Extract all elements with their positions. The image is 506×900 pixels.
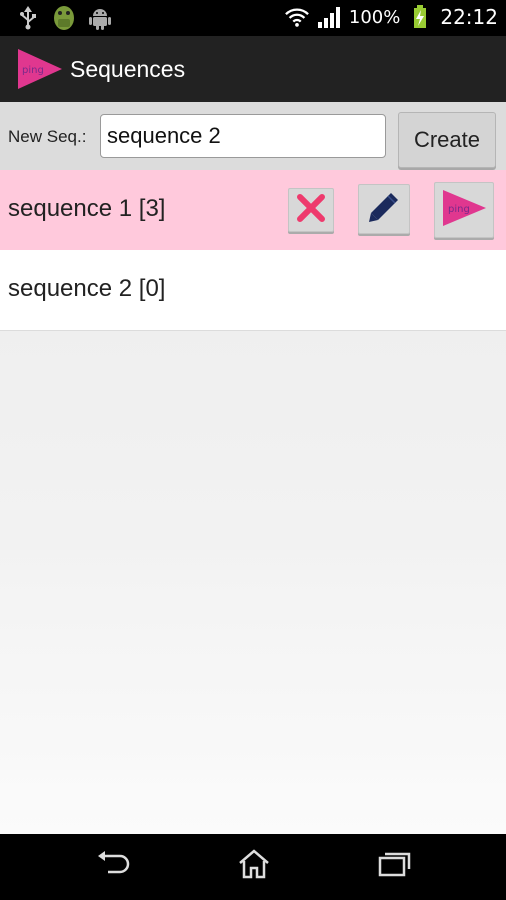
status-notification-icons [16,6,112,30]
battery-percent: 100% [348,6,401,28]
edit-button[interactable] [358,184,410,234]
new-sequence-input[interactable] [100,114,386,158]
page-title: Sequences [70,56,186,82]
app-logo-icon: ping [16,48,64,90]
ping-button-text: ping [448,204,470,215]
usb-icon [16,6,40,30]
app-logo-text: ping [22,65,44,76]
action-bar: ping Sequences [0,36,506,102]
sequence-label: sequence 1 [3] [8,195,166,222]
android-debug-icon [52,6,76,30]
sequence-label: sequence 2 [0] [8,275,166,302]
main-content: New Seq.: Create sequence 1 [3] [0,102,506,834]
back-icon [96,850,132,882]
close-icon [296,193,326,227]
battery-charging-icon [408,5,432,29]
signal-icon [317,5,341,29]
delete-button[interactable] [288,188,334,232]
clock: 22:12 [440,5,498,29]
ping-play-icon: ping [440,188,488,232]
status-bar: 100% 22:12 [0,0,506,36]
status-system-icons: 100% 22:12 [284,5,498,29]
home-button[interactable] [234,848,274,884]
recent-apps-button[interactable] [374,848,414,884]
create-button[interactable]: Create [398,112,496,168]
sequence-list-item[interactable]: sequence 1 [3] ping [0,170,506,250]
pencil-icon [367,190,401,228]
new-sequence-row: New Seq.: Create [0,102,506,170]
ping-button[interactable]: ping [434,182,494,238]
back-button[interactable] [94,848,134,884]
android-icon [88,6,112,30]
wifi-icon [284,5,309,29]
sequence-list-item[interactable]: sequence 2 [0] [0,250,506,331]
new-sequence-label: New Seq.: [8,127,87,146]
home-icon [237,848,271,884]
recent-apps-icon [376,850,412,882]
navigation-bar [0,834,506,900]
